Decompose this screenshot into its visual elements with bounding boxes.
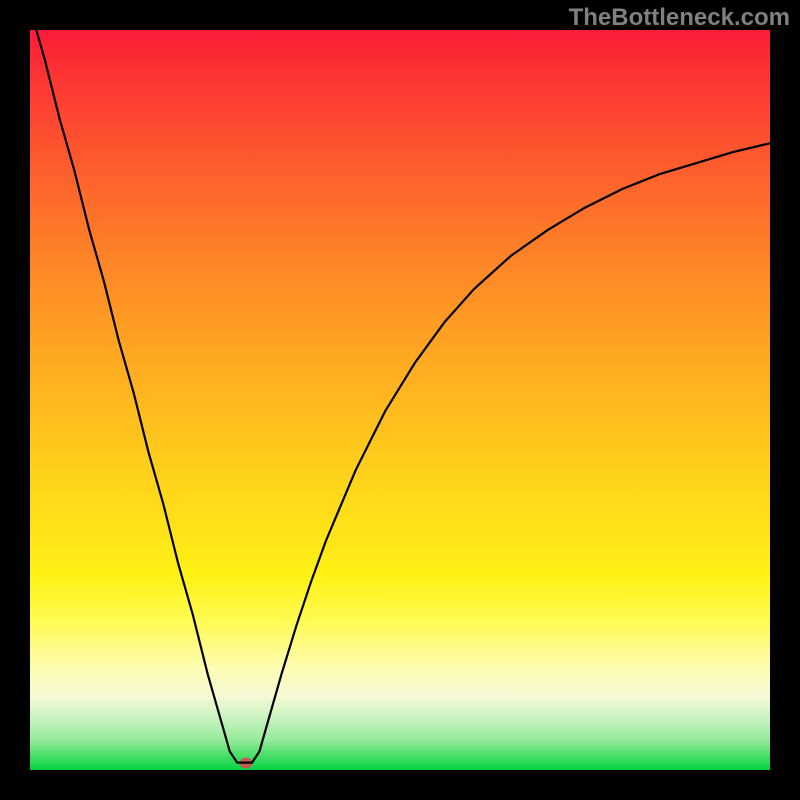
chart-container: TheBottleneck.com xyxy=(0,0,800,800)
bottleneck-curve-path xyxy=(30,30,770,763)
curve-svg xyxy=(30,30,770,770)
watermark-text: TheBottleneck.com xyxy=(569,4,790,32)
plot-area xyxy=(30,30,770,770)
